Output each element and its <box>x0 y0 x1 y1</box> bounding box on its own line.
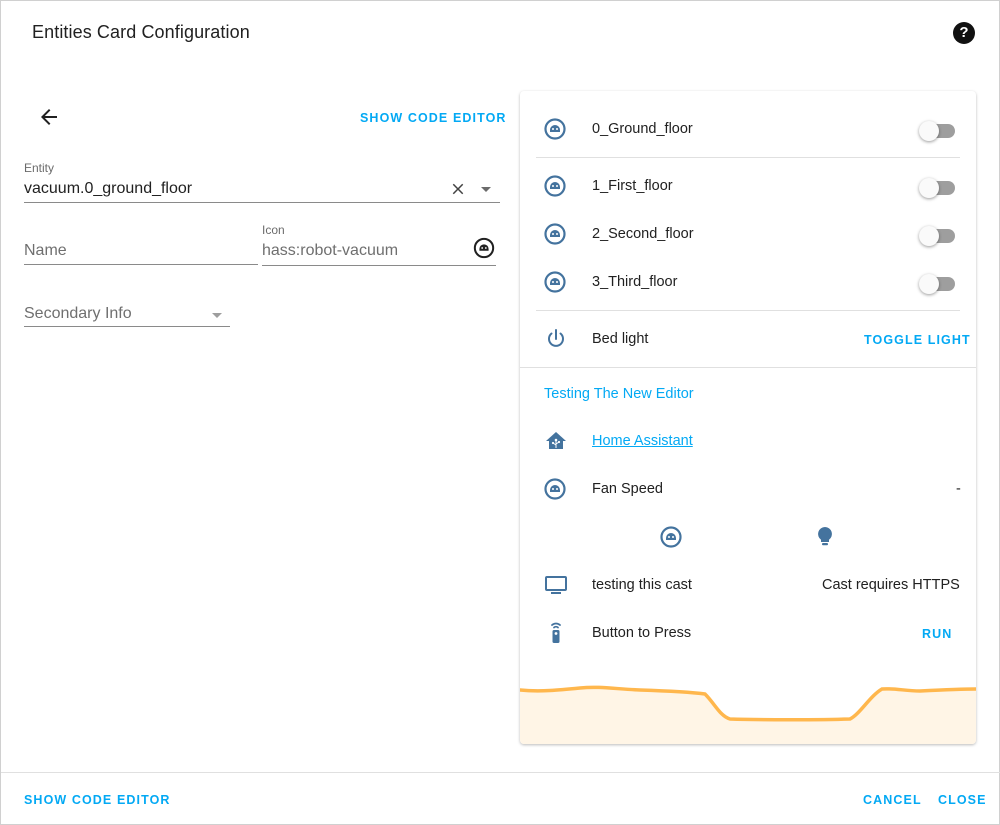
entity-dropdown-arrow-icon[interactable] <box>481 187 491 192</box>
secondary-info-select[interactable]: Secondary Info <box>24 305 132 323</box>
home-assistant-icon <box>546 432 566 449</box>
section-title: Testing The New Editor <box>544 386 694 402</box>
cancel-button[interactable]: CANCEL <box>863 793 922 807</box>
close-button[interactable]: CLOSE <box>938 793 987 807</box>
entity-label: Entity <box>24 161 55 175</box>
divider <box>536 157 960 158</box>
toggle-light-button[interactable]: TOGGLE LIGHT <box>864 333 971 347</box>
secondary-info-dropdown-arrow-icon[interactable] <box>212 313 222 318</box>
history-graph <box>520 685 976 744</box>
entity-toggle[interactable] <box>919 272 955 294</box>
robot-vacuum-icon <box>473 237 495 259</box>
robot-vacuum-icon <box>544 118 566 140</box>
robot-vacuum-icon[interactable] <box>659 525 683 549</box>
robot-vacuum-icon <box>544 478 566 500</box>
lightbulb-icon[interactable] <box>813 525 837 549</box>
secondary-info-underline <box>24 326 230 327</box>
robot-vacuum-icon <box>544 223 566 245</box>
home-assistant-link[interactable]: Home Assistant <box>592 433 693 449</box>
name-underline <box>24 264 258 265</box>
run-button[interactable]: RUN <box>922 627 952 641</box>
icon-label: Icon <box>262 223 285 237</box>
button-name[interactable]: Button to Press <box>592 625 691 641</box>
power-icon <box>548 329 564 347</box>
dialog-title: Entities Card Configuration <box>32 22 250 42</box>
clear-icon[interactable] <box>449 180 467 198</box>
entity-toggle[interactable] <box>919 224 955 246</box>
entity-input[interactable]: vacuum.0_ground_floor <box>24 180 192 198</box>
icon-underline <box>262 265 496 266</box>
entity-toggle[interactable] <box>919 119 955 141</box>
entity-name[interactable]: 2_Second_floor <box>592 226 694 242</box>
divider <box>536 310 960 311</box>
footer-divider <box>1 772 1000 773</box>
cast-name[interactable]: testing this cast <box>592 577 692 593</box>
section-divider <box>520 367 976 368</box>
entity-name[interactable]: 0_Ground_floor <box>592 121 693 137</box>
fan-speed-state: - <box>956 481 961 497</box>
help-icon[interactable]: ? <box>953 22 975 44</box>
television-icon <box>545 576 567 594</box>
entity-underline <box>24 202 500 203</box>
cast-state: Cast requires HTTPS <box>822 577 960 593</box>
footer-show-code-editor-button[interactable]: SHOW CODE EDITOR <box>24 793 171 807</box>
entity-name[interactable]: 3_Third_floor <box>592 274 677 290</box>
back-arrow-icon[interactable] <box>37 105 61 129</box>
remote-icon <box>551 622 561 643</box>
bed-light-name[interactable]: Bed light <box>592 331 648 347</box>
entities-card-preview: 0_Ground_floor 1_First_floor 2_Second_fl… <box>520 91 976 744</box>
icon-input[interactable]: hass:robot-vacuum <box>262 242 398 260</box>
robot-vacuum-icon <box>544 175 566 197</box>
name-input[interactable]: Name <box>24 242 67 260</box>
entity-toggle[interactable] <box>919 176 955 198</box>
fan-speed-name[interactable]: Fan Speed <box>592 481 663 497</box>
entity-name[interactable]: 1_First_floor <box>592 178 673 194</box>
robot-vacuum-icon <box>544 271 566 293</box>
show-code-editor-link[interactable]: SHOW CODE EDITOR <box>360 111 507 125</box>
card-config-dialog: Entities Card Configuration ? SHOW CODE … <box>0 0 1000 825</box>
